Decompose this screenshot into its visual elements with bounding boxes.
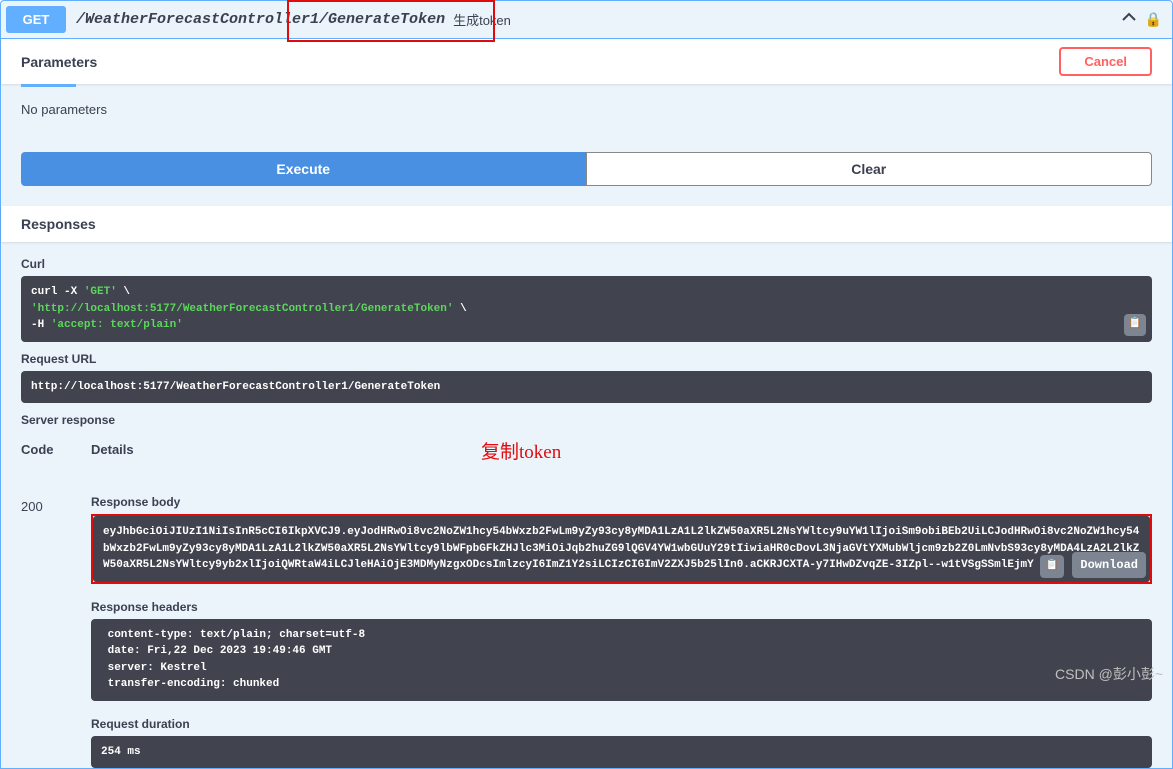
watermark: CSDN @彭小彭~: [1055, 664, 1163, 684]
curl-section: Curl curl -X 'GET' \ 'http://localhost:5…: [1, 257, 1172, 352]
request-url-value: http://localhost:5177/WeatherForecastCon…: [21, 371, 1152, 404]
response-table: Code 200 Details Response body eyJhbGciO…: [1, 442, 1172, 768]
parameters-title: Parameters: [21, 54, 97, 70]
annotation-box-token: eyJhbGciOiJIUzI1NiIsInR5cCI6IkpXVCJ9.eyJ…: [91, 514, 1152, 584]
clear-button[interactable]: Clear: [586, 152, 1153, 186]
operation-header[interactable]: GET /WeatherForecastController1/Generate…: [0, 0, 1173, 39]
server-response-heading-section: Server response: [1, 413, 1172, 442]
curl-code: curl -X 'GET' \ 'http://localhost:5177/W…: [21, 276, 1152, 342]
execute-button[interactable]: Execute: [21, 152, 586, 186]
status-code: 200: [21, 471, 91, 514]
response-body-value: eyJhbGciOiJIUzI1NiIsInR5cCI6IkpXVCJ9.eyJ…: [93, 516, 1150, 582]
action-buttons: Execute Clear: [1, 132, 1172, 206]
annotation-copy-token: 复制token: [481, 437, 561, 464]
parameters-bar: Parameters Cancel: [1, 39, 1172, 84]
cancel-button[interactable]: Cancel: [1059, 47, 1152, 76]
server-response-heading: Server response: [21, 413, 1152, 427]
curl-heading: Curl: [21, 257, 1152, 271]
copy-icon[interactable]: 📋: [1040, 555, 1064, 578]
response-body-heading: Response body: [91, 495, 1152, 509]
response-headers-value: content-type: text/plain; charset=utf-8 …: [91, 619, 1152, 701]
details-column-header: Details: [91, 442, 1152, 471]
endpoint-path: /WeatherForecastController1/GenerateToke…: [76, 11, 445, 28]
request-duration-heading: Request duration: [91, 717, 1152, 731]
operation-body: Parameters Cancel No parameters Execute …: [0, 39, 1173, 769]
lock-icon[interactable]: 🔒: [1145, 11, 1162, 28]
responses-title: Responses: [1, 206, 1172, 242]
no-parameters-text: No parameters: [1, 87, 1172, 132]
request-url-heading: Request URL: [21, 352, 1152, 366]
download-button[interactable]: Download: [1072, 552, 1146, 578]
chevron-up-icon[interactable]: [1121, 9, 1137, 30]
request-url-section: Request URL http://localhost:5177/Weathe…: [1, 352, 1172, 414]
code-column-header: Code: [21, 442, 91, 471]
method-badge: GET: [6, 6, 66, 33]
endpoint-summary: 生成token: [453, 10, 511, 29]
copy-icon[interactable]: 📋: [1124, 314, 1146, 336]
request-duration-value: 254 ms: [91, 736, 1152, 769]
response-headers-heading: Response headers: [91, 600, 1152, 614]
